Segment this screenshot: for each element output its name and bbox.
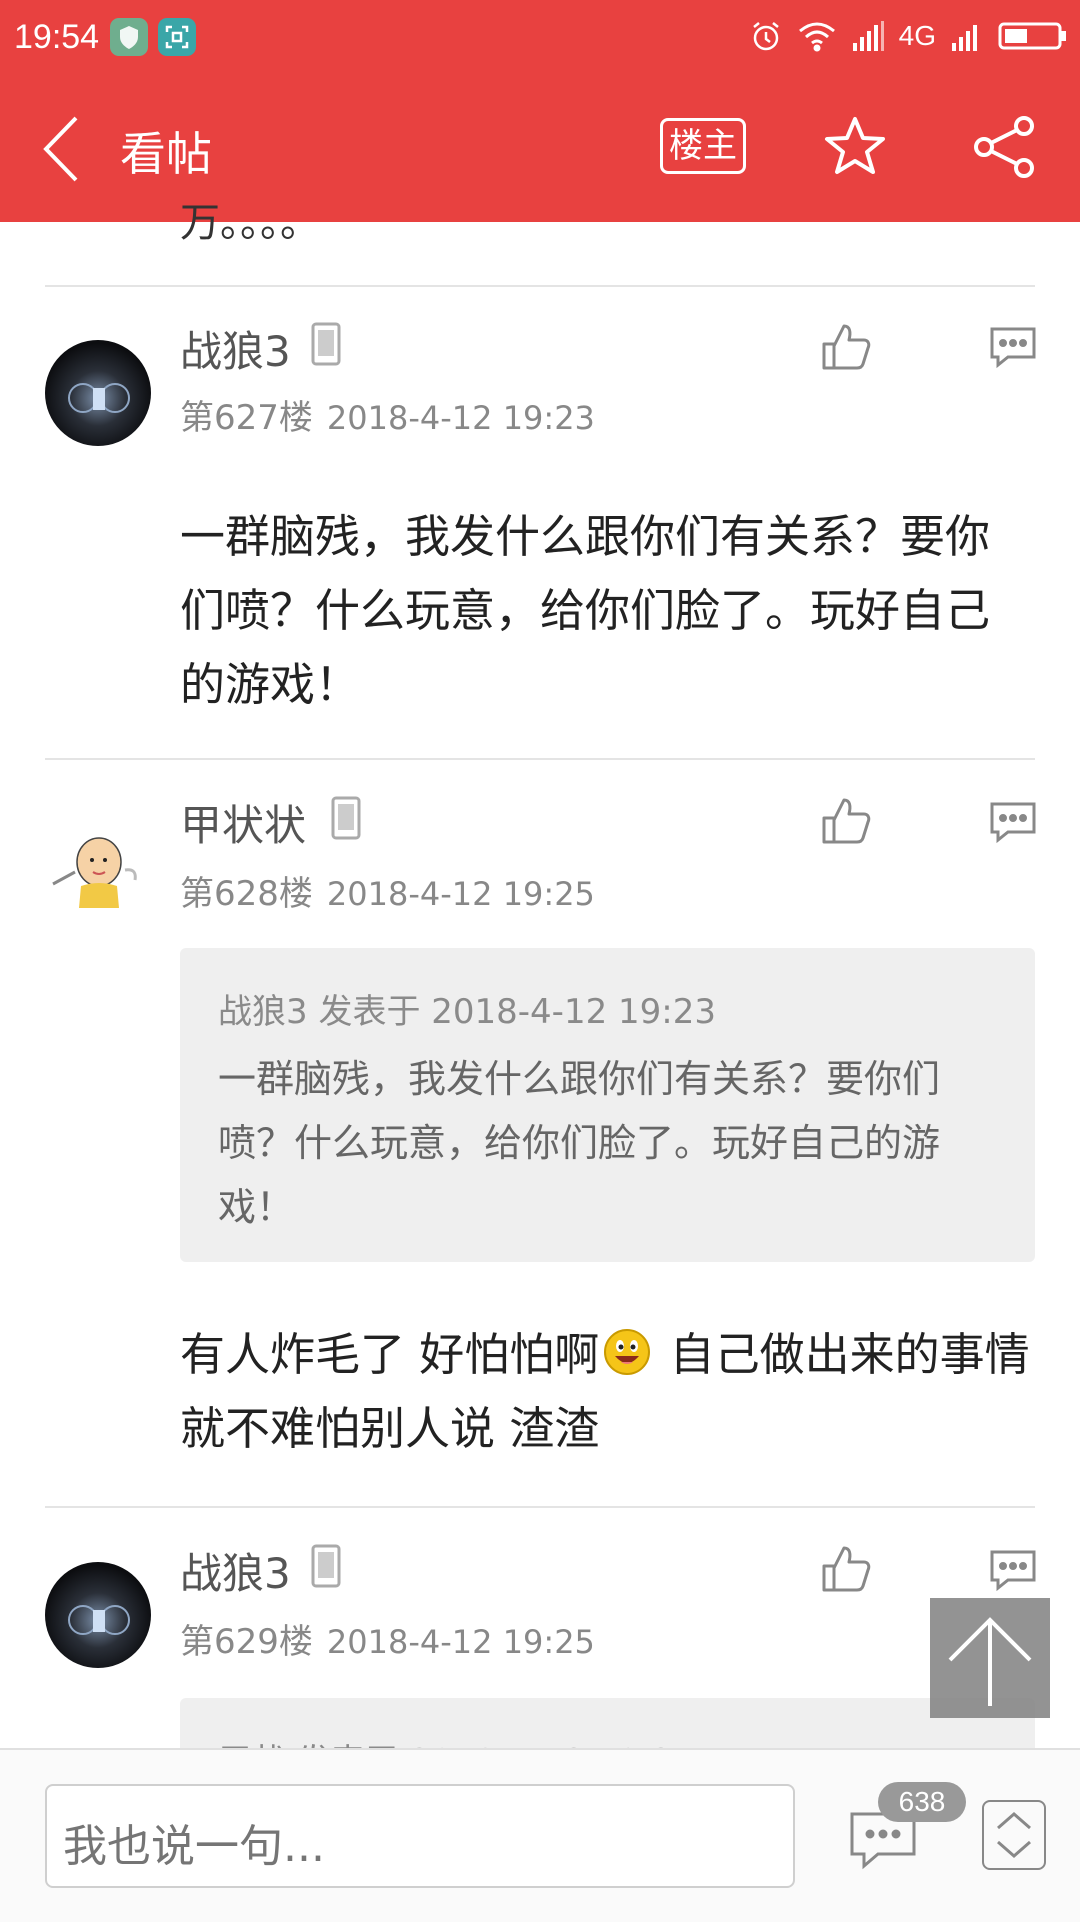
comment-icon[interactable] xyxy=(988,1548,1038,1592)
avatar[interactable] xyxy=(45,812,151,918)
network-type: 4G xyxy=(898,20,936,51)
username[interactable]: 战狼3 xyxy=(180,1540,291,1601)
username[interactable]: 甲状状 xyxy=(180,792,306,853)
star-icon[interactable] xyxy=(822,114,888,180)
avatar[interactable] xyxy=(45,1562,151,1668)
app-header: 19:54 4G 看帖 楼主 xyxy=(0,0,1080,222)
wifi-icon xyxy=(798,22,835,52)
post-body: 一群脑残，我发什么跟你们有关系？要你们喷？什么玩意，给你们脸了。玩好自己的游戏！ xyxy=(180,510,991,711)
signal-icon xyxy=(852,21,884,51)
post-datetime: 2018-4-12 19:25 xyxy=(326,1623,595,1661)
avatar[interactable] xyxy=(45,340,151,446)
post-meta: 第627楼 2018-4-12 19:23 xyxy=(180,390,595,439)
floor-number: 第629楼 xyxy=(180,1622,313,1662)
back-arrow-icon[interactable] xyxy=(40,114,84,184)
alarm-icon xyxy=(752,22,779,51)
quote-box: 战狼3 发表于 2018-4-12 19:23 一群脑残，我发什么跟你们有关系？… xyxy=(180,948,1035,1262)
scan-icon xyxy=(158,18,196,56)
username[interactable]: 战狼3 xyxy=(180,318,291,379)
scroll-to-top-button[interactable] xyxy=(930,1598,1050,1718)
mobile-device-icon xyxy=(311,322,341,366)
post-datetime: 2018-4-12 19:23 xyxy=(326,399,595,437)
up-down-chevron-icon xyxy=(997,1812,1031,1858)
signal-icon-2 xyxy=(952,25,977,51)
mobile-device-icon xyxy=(331,796,361,840)
divider xyxy=(45,758,1035,760)
status-icons: 4G xyxy=(749,14,1068,58)
view-op-only-button[interactable]: 楼主 xyxy=(660,118,746,174)
floor-number: 第627楼 xyxy=(180,398,313,438)
bottom-bar: 638 xyxy=(0,1748,1080,1922)
shield-icon xyxy=(110,18,148,56)
post-body: 有人炸毛了 好怕怕啊 自己做出来的事情 就不难怕别人说 渣渣 xyxy=(180,1318,1030,1466)
mobile-device-icon xyxy=(311,1544,341,1588)
divider xyxy=(45,285,1035,287)
battery-icon xyxy=(998,22,1066,50)
share-icon[interactable] xyxy=(972,114,1038,180)
thumbs-up-icon[interactable] xyxy=(820,796,872,846)
page-nav-button[interactable] xyxy=(982,1800,1046,1870)
thumbs-up-icon[interactable] xyxy=(820,322,872,372)
comment-input[interactable] xyxy=(45,1784,795,1888)
thumbs-up-icon[interactable] xyxy=(820,1544,872,1594)
post-datetime: 2018-4-12 19:25 xyxy=(326,875,595,913)
comment-icon[interactable] xyxy=(988,325,1038,369)
grinning-emoji-icon xyxy=(604,1329,651,1375)
post-meta: 第629楼 2018-4-12 19:25 xyxy=(180,1614,595,1663)
status-time: 19:54 xyxy=(14,18,100,56)
post-body-part1: 有人炸毛了 好怕怕啊 xyxy=(180,1328,600,1381)
floor-number: 第628楼 xyxy=(180,874,313,914)
post-meta: 第628楼 2018-4-12 19:25 xyxy=(180,866,595,915)
comment-count-badge: 638 xyxy=(878,1782,966,1822)
divider xyxy=(45,1506,1035,1508)
comment-icon[interactable] xyxy=(988,800,1038,844)
page-title: 看帖 xyxy=(120,127,212,181)
quote-text: 一群脑残，我发什么跟你们有关系？要你们喷？什么玩意，给你们脸了。玩好自己的游戏！ xyxy=(218,1057,941,1229)
quote-meta: 战狼3 发表于 2018-4-12 19:23 xyxy=(218,992,716,1032)
arrow-up-icon xyxy=(948,1617,1032,1706)
